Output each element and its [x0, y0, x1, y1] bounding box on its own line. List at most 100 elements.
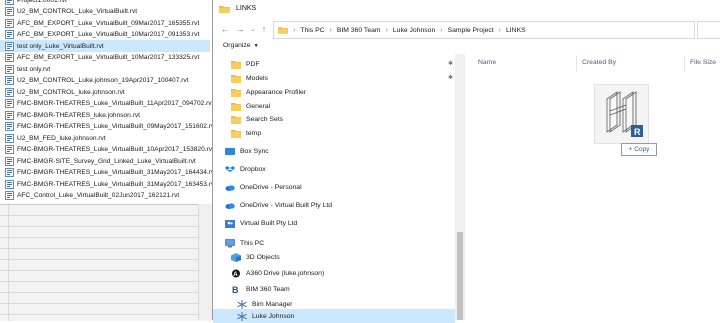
file-name: AFC_BM_EXPORT_Luke_VirtualBuilt_09Mar201… [17, 19, 200, 27]
up-arrow-icon[interactable]: ↑ [258, 23, 270, 35]
file-name: U2_BM_CONTROL_Luke_VirtualBuilt.rvt [17, 8, 138, 15]
folder-icon [278, 27, 288, 34]
nav-item-label: BIM 360 Team [246, 285, 290, 293]
a360-drive-icon: A [231, 269, 241, 278]
breadcrumb-luke-johnson[interactable]: Luke Johnson [393, 27, 435, 34]
file-name: FMC-BMGR-THEATRES_Luke_VirtualBuilt_10Ap… [17, 146, 212, 153]
nav-item-box-sync[interactable]: Box Sync [225, 144, 269, 158]
revit-file-icon [5, 30, 14, 39]
nav-item-pdf[interactable]: PDF [231, 57, 260, 71]
organize-label: Organize [223, 42, 251, 49]
column-header-created-by[interactable]: Created By [582, 59, 616, 66]
nav-item-bim-360-team[interactable]: B BIM 360 Team [231, 282, 290, 296]
breadcrumb-bim360-team[interactable]: BIM 360 Team [337, 27, 381, 34]
file-name: U2_BM_CONTROL_luke.johnson.rvt [17, 88, 125, 96]
file-list-item[interactable]: FMC-BMGR-THEATRES_Luke_VirtualBuilt_11Ap… [0, 98, 212, 110]
nav-item-appearance-profiler[interactable]: Appearance Profiler [231, 85, 306, 99]
nav-item-temp[interactable]: temp [231, 126, 261, 140]
nav-item-models[interactable]: Models [231, 71, 268, 85]
file-list-item[interactable]: AFC_BM_EXPORT_Luke_VirtualBuilt_09Mar201… [0, 17, 210, 29]
folder-icon [231, 102, 241, 111]
file-list-item[interactable]: AFC_BM_EXPORT_Luke_VirtualBuilt_10Mar201… [0, 29, 210, 41]
revit-file-icon [5, 41, 14, 51]
nav-item-label: Luke Johnson [252, 312, 295, 320]
file-list-item[interactable]: AFC_BM_EXPORT_Luke_VirtualBuilt_10Mar201… [0, 52, 210, 64]
file-list-pane: Name Created By File Size [466, 54, 720, 320]
breadcrumb-separator-icon: › [329, 26, 332, 34]
breadcrumb-links[interactable]: LINKS [506, 27, 526, 34]
folder-icon [231, 60, 241, 69]
nav-item-virtual-built-pty-ltd[interactable]: Virtual Built Pty Ltd [225, 216, 297, 230]
file-list-item[interactable]: FMC-BMGR-THEATRES_Luke_VirtualBuilt_31Ma… [0, 167, 212, 179]
file-list-item[interactable]: FMC-BMGR-THEATRES_Luke_VirtualBuilt_31Ma… [0, 178, 212, 190]
organize-button[interactable]: Organize ▼ [223, 42, 259, 49]
breadcrumb-this-pc[interactable]: This PC [300, 27, 324, 34]
nav-item-label: Box Sync [240, 147, 269, 155]
file-list-item[interactable]: FMC-BMGR-THEATRES_luke.johnson.rvt [0, 109, 210, 121]
background-grid-area [0, 204, 212, 321]
search-box[interactable] [697, 21, 720, 39]
file-list-item[interactable]: test only.rvt [0, 63, 210, 75]
background-scrollbar[interactable] [198, 204, 213, 320]
file-name: FMC-BMGR-THEATRES_Luke_VirtualBuilt_11Ap… [17, 100, 212, 107]
file-list-item[interactable]: U2_BM_CONTROL_luke.johnson.rvt [0, 86, 210, 98]
back-arrow-icon[interactable]: ← [219, 23, 231, 35]
file-list-item[interactable]: FMC-BMGR-THEATRES_Luke_VirtualBuilt_09Ma… [0, 121, 212, 133]
folder-icon [231, 129, 241, 138]
revit-file-icon [5, 53, 14, 62]
file-name: FMC-BMGR-THEATRES_Luke_VirtualBuilt_09Ma… [17, 123, 212, 130]
file-name: test only.rvt [17, 65, 51, 73]
bim360-hub-icon [237, 299, 247, 309]
computer-icon [225, 238, 235, 248]
column-divider[interactable] [576, 56, 577, 72]
nav-item-a360-drive-luke-johnson[interactable]: A A360 Drive (luke.johnson) [231, 266, 324, 280]
svg-text:R: R [634, 127, 641, 137]
file-list-item[interactable]: test only_Luke_VirtualBuilt.rvt [0, 40, 210, 52]
file-list-item[interactable]: U2_BM_CONTROL_Luke.johnson_19Apr2017_100… [0, 75, 210, 87]
explorer-window: LINKS ← → ⌄ ↑ › This PC › BIM 360 Team ›… [212, 0, 720, 323]
file-list-item[interactable]: FMC-BMGR-THEATRES_Luke_VirtualBuilt_10Ap… [0, 144, 212, 156]
bim360-icon: B [231, 285, 241, 295]
onedrive-icon [225, 201, 235, 210]
nav-item-general[interactable]: General [231, 99, 270, 113]
nav-item-dropbox[interactable]: Dropbox [225, 162, 266, 176]
folder-icon [231, 74, 241, 83]
forward-arrow-icon[interactable]: → [234, 23, 246, 35]
nav-item-onedrive-virtual-built-pty-ltd[interactable]: OneDrive - Virtual Built Pty Ltd [225, 198, 332, 212]
revit-file-icon [5, 76, 14, 85]
svg-text:B: B [232, 285, 239, 294]
revit-file-icon [5, 7, 14, 16]
nav-item-onedrive-personal[interactable]: OneDrive - Personal [225, 180, 302, 194]
revit-file-icon [5, 18, 14, 28]
nav-item-label: Virtual Built Pty Ltd [240, 219, 298, 227]
address-bar[interactable]: › This PC › BIM 360 Team › Luke Johnson … [273, 21, 695, 39]
column-divider[interactable] [684, 56, 685, 72]
file-list-item[interactable]: U2_BM_CONTROL_Luke_VirtualBuilt.rvt [0, 6, 210, 18]
background-file-list: Project1.0001.rvt U2_BM_CONTROL_Luke_Virt… [0, 0, 212, 204]
nav-item-this-pc[interactable]: This PC [225, 236, 264, 250]
revit-file-icon [5, 122, 14, 131]
onedrive-icon [225, 183, 235, 192]
file-list-item[interactable]: U2_BM_FED_luke.johnson.rvt [0, 132, 210, 144]
nav-item-search-sets[interactable]: Search Sets [231, 112, 283, 126]
nav-item-3d-objects[interactable]: 3D Objects [231, 250, 280, 264]
svg-text:A: A [233, 272, 238, 278]
navigation-pane: PDF ✱ Models ✱ Appearance Profiler General Sea… [213, 54, 455, 323]
file-list-item[interactable]: AFC_Control_Luke_VirtualBuilt_02Jun2017_… [0, 190, 210, 202]
nav-item-label: 3D Objects [246, 253, 280, 261]
navigation-scrollbar-thumb[interactable] [457, 232, 463, 320]
address-row: ← → ⌄ ↑ › This PC › BIM 360 Team › Luke … [213, 19, 720, 39]
folder-icon [219, 5, 230, 13]
breadcrumb-separator-icon: › [498, 26, 502, 34]
file-name: U2_BM_CONTROL_Luke.johnson_19Apr2017_100… [17, 77, 189, 84]
column-header-name[interactable]: Name [478, 59, 496, 66]
nav-item-label: Appearance Profiler [246, 88, 307, 96]
title-bar: LINKS [213, 0, 720, 17]
nav-item-luke-johnson[interactable]: Luke Johnson [213, 309, 455, 323]
nav-item-label: Dropbox [240, 165, 266, 173]
file-name: AFC_Control_Luke_VirtualBuilt_02Jun2017_… [17, 192, 180, 199]
breadcrumb-sample-project[interactable]: Sample Project [448, 27, 494, 34]
file-list-item[interactable]: FMC-BMGR-SITE_Survey_Grid_Linked_Luke_Vi… [0, 155, 210, 167]
column-header-file-size[interactable]: File Size [690, 59, 716, 66]
folder-icon [231, 115, 241, 124]
